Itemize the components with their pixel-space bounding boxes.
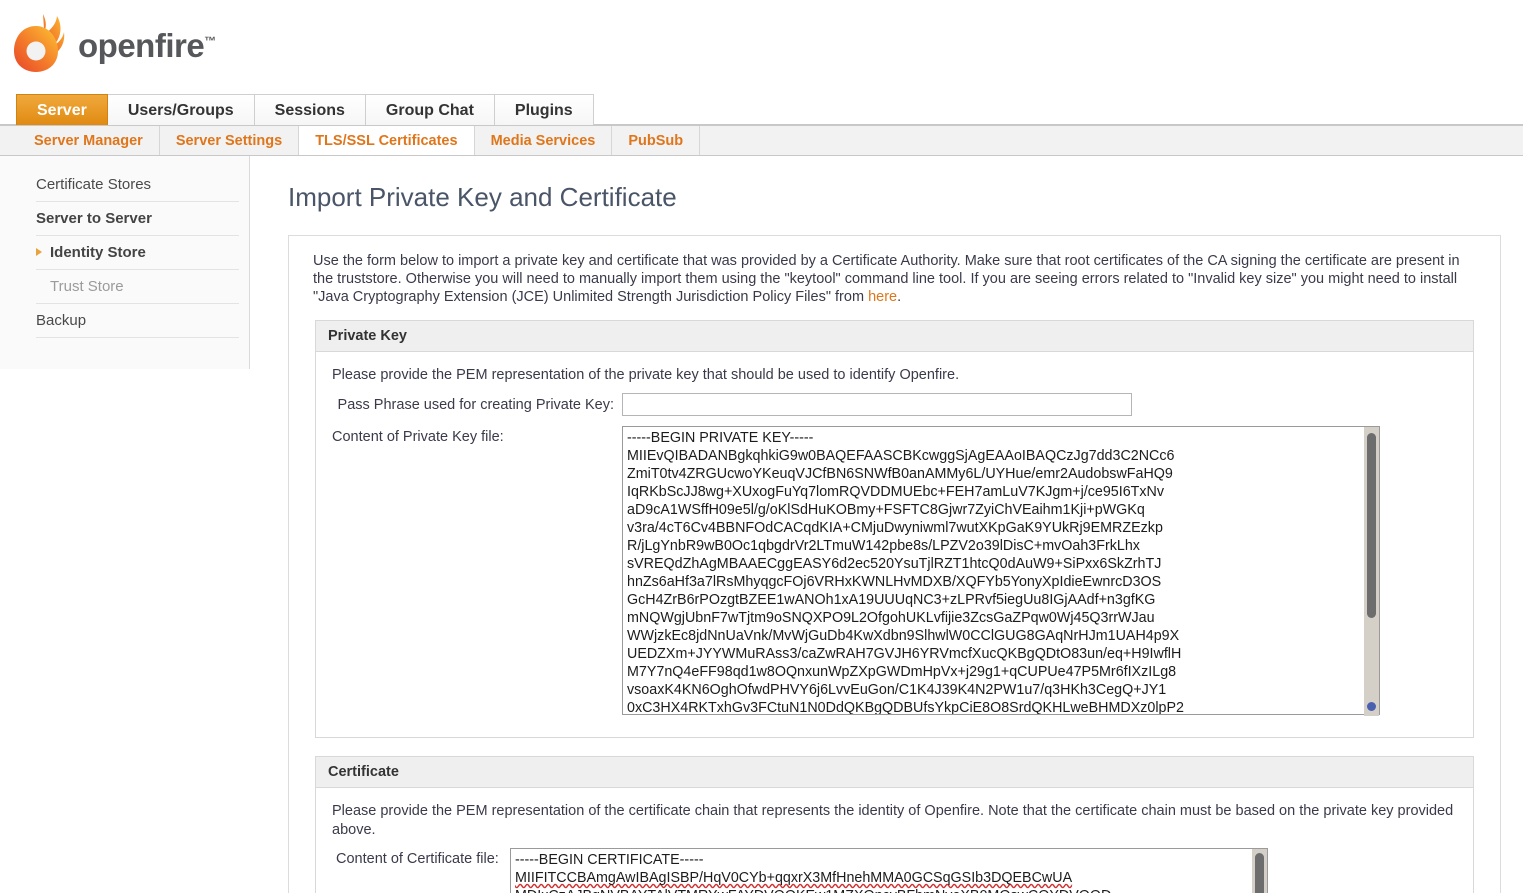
- pem-line: hnZs6aHf3a7lRsMhyqgcFOj6VRHxKWNLHvMDXB/X…: [627, 574, 1162, 590]
- import-form-panel: Use the form below to import a private k…: [288, 235, 1501, 893]
- pem-line: M7Y7nQ4eFF98qd1w8OQnxunWpZXpGWDmHpVx+j29…: [627, 664, 1177, 680]
- tab-sessions[interactable]: Sessions: [253, 94, 366, 125]
- tab-label: Plugins: [514, 102, 573, 119]
- pem-line: v3ra/4cT6Cv4BBNFOdCACqdKIA+CMjuDwyniwml7…: [627, 520, 1163, 536]
- scrollbar-thumb[interactable]: [1255, 853, 1264, 893]
- certificate-fieldset: Certificate Please provide the PEM repre…: [315, 756, 1474, 893]
- sidebar-item-label: Backup: [36, 312, 87, 329]
- tab-plugins[interactable]: Plugins: [493, 94, 594, 125]
- pem-line: IqRKbScJJ8wg+XUxogFuYq7lomRQVDDMUEbc+FEH…: [627, 484, 1165, 500]
- tab-group-chat[interactable]: Group Chat: [364, 94, 495, 125]
- certificate-textarea[interactable]: -----BEGIN CERTIFICATE----- MIIFITCCBAmgA…: [510, 848, 1268, 893]
- tab-server[interactable]: Server: [16, 94, 108, 125]
- private-key-scrollbar[interactable]: [1364, 427, 1379, 716]
- certificate-textarea-wrap: -----BEGIN CERTIFICATE----- MIIFITCCBAmgA…: [510, 848, 1268, 893]
- private-key-textarea-wrap: -----BEGIN PRIVATE KEY----- MIIEvQIBADANB…: [622, 426, 1380, 716]
- certificate-body: Please provide the PEM representation of…: [316, 788, 1473, 893]
- pem-line: R/jLgYnbR9wB0Oc1qbgdrVr2LTmuW142pbe8s/LP…: [627, 538, 1140, 554]
- subtab-label: Server Manager: [34, 132, 143, 149]
- passphrase-row: Pass Phrase used for creating Private Ke…: [332, 393, 1457, 416]
- sidebar-item-label: Certificate Stores: [36, 176, 152, 193]
- sidebar-item-identity-store[interactable]: Identity Store: [36, 236, 239, 270]
- scrollbar-thumb[interactable]: [1367, 433, 1376, 618]
- certificate-content-row: Content of Certificate file: -----BEGIN …: [332, 848, 1457, 893]
- subtab-media-services[interactable]: Media Services: [475, 126, 613, 155]
- certificate-scrollbar[interactable]: [1252, 849, 1267, 893]
- private-key-textarea[interactable]: -----BEGIN PRIVATE KEY----- MIIEvQIBADANB…: [622, 426, 1380, 715]
- pem-line: ZmiT0tv4ZRGUcwoYKeuqVJCfBN6SNWfB0anAMMy6…: [627, 466, 1173, 482]
- pem-line: MDIxCzAJBgNVBAYTAlVTMRYwFAYDVQQKEw1MZXQn…: [515, 887, 1263, 893]
- pem-line: -----BEGIN PRIVATE KEY-----: [627, 430, 814, 446]
- sidebar: Certificate Stores Server to Server Iden…: [0, 156, 250, 369]
- pem-line: MIIEvQIBADANBgkqhkiG9w0BAQEFAASCBKcwggSj…: [627, 448, 1175, 464]
- sidebar-item-label: Trust Store: [50, 278, 124, 295]
- subtab-server-settings[interactable]: Server Settings: [160, 126, 300, 155]
- intro-text-tail: .: [897, 289, 902, 305]
- triangle-right-icon: [36, 248, 42, 256]
- subtab-server-manager[interactable]: Server Manager: [18, 126, 160, 155]
- sidebar-item-label: Server to Server: [36, 210, 152, 227]
- tab-label: Sessions: [274, 102, 345, 119]
- tab-label: Group Chat: [385, 102, 474, 119]
- pem-line: 0xC3HX4RKTxhGv3FCtuN1N0DdQKBgQDBUfsYkpCi…: [627, 700, 1184, 715]
- main-navigation: Server Users/Groups Sessions Group Chat …: [0, 94, 1523, 126]
- main-content: Import Private Key and Certificate Use t…: [250, 156, 1523, 893]
- private-key-description: Please provide the PEM representation of…: [332, 367, 960, 383]
- subtab-label: Media Services: [490, 132, 596, 149]
- sidebar-item-server-to-server[interactable]: Server to Server: [36, 202, 239, 236]
- subtab-tls-ssl-certificates[interactable]: TLS/SSL Certificates: [299, 126, 475, 155]
- pem-line: -----BEGIN CERTIFICATE-----: [515, 852, 704, 868]
- subtab-label: PubSub: [628, 132, 684, 149]
- pem-line: UEDZXm+JYYWMuRAss3/caZwRAH7GVJH6YRVmcfXu…: [627, 646, 1182, 662]
- private-key-content-label: Content of Private Key file:: [332, 429, 504, 445]
- subtab-label: TLS/SSL Certificates: [315, 132, 458, 149]
- pem-line: WWjzkEc8jdNnUaVnk/MvWjGuDb4KwXdbn9SlhwlW…: [627, 628, 1180, 644]
- pem-line: GcH4ZrB6rPOzgtBZEE1wANOh1xA19UUUqNC3+zLP…: [627, 592, 1156, 608]
- sidebar-item-trust-store[interactable]: Trust Store: [36, 270, 239, 304]
- private-key-body: Please provide the PEM representation of…: [316, 352, 1473, 737]
- tab-label: Server: [37, 102, 87, 119]
- pem-line: sVREQdZhAgMBAAECggEASY6d2ec520YsuTjlRZT1…: [627, 556, 1162, 572]
- brand-logo[interactable]: openfire™: [12, 12, 216, 74]
- app-header: openfire™: [0, 0, 1523, 94]
- page-body: Certificate Stores Server to Server Iden…: [0, 156, 1523, 893]
- jce-download-link[interactable]: here: [868, 289, 897, 305]
- certificate-description: Please provide the PEM representation of…: [332, 803, 1454, 838]
- subnav-filler: [700, 126, 1523, 155]
- openfire-flame-logo-icon: [14, 14, 65, 72]
- certificate-legend: Certificate: [316, 757, 1473, 788]
- private-key-legend: Private Key: [316, 321, 1473, 352]
- private-key-content-row: Content of Private Key file: -----BEGIN …: [332, 426, 1457, 716]
- certificate-content-label: Content of Certificate file:: [336, 851, 499, 867]
- passphrase-label: Pass Phrase used for creating Private Ke…: [337, 397, 614, 413]
- sidebar-item-certificate-stores[interactable]: Certificate Stores: [36, 168, 239, 202]
- subtab-label: Server Settings: [175, 132, 283, 149]
- pem-line: vsoaxK4KN6OghOfwdPHVY6j6LvvEuGon/C1K4J39…: [627, 682, 1167, 698]
- tab-label: Users/Groups: [127, 102, 234, 119]
- subtab-pubsub[interactable]: PubSub: [612, 126, 701, 155]
- sidebar-item-label: Identity Store: [50, 244, 146, 261]
- private-key-fieldset: Private Key Please provide the PEM repre…: [315, 320, 1474, 738]
- pem-line: MIIFITCCBAmgAwIBAgISBP/HqV0CYb+qqxrX3MfH…: [515, 870, 1073, 886]
- pem-line: aD9cA1WSffH09e5l/g/oKlSdHuKOBmy+FSFTC8Gj…: [627, 502, 1145, 518]
- nav-filler: [592, 94, 1523, 125]
- sidebar-item-backup[interactable]: Backup: [36, 304, 239, 338]
- tab-users-groups[interactable]: Users/Groups: [106, 94, 255, 125]
- sub-navigation: Server Manager Server Settings TLS/SSL C…: [0, 126, 1523, 156]
- pem-line: mNQWgjUbnF7wTjtm9oSNQXPO9L2OfgohUKLvfiji…: [627, 610, 1155, 626]
- textarea-resize-handle[interactable]: [1367, 702, 1376, 711]
- passphrase-input[interactable]: [622, 393, 1132, 416]
- trademark-mark: ™: [204, 34, 216, 48]
- intro-text: Use the form below to import a private k…: [289, 236, 1500, 320]
- page-title: Import Private Key and Certificate: [288, 182, 677, 212]
- brand-name: openfire™: [78, 27, 216, 64]
